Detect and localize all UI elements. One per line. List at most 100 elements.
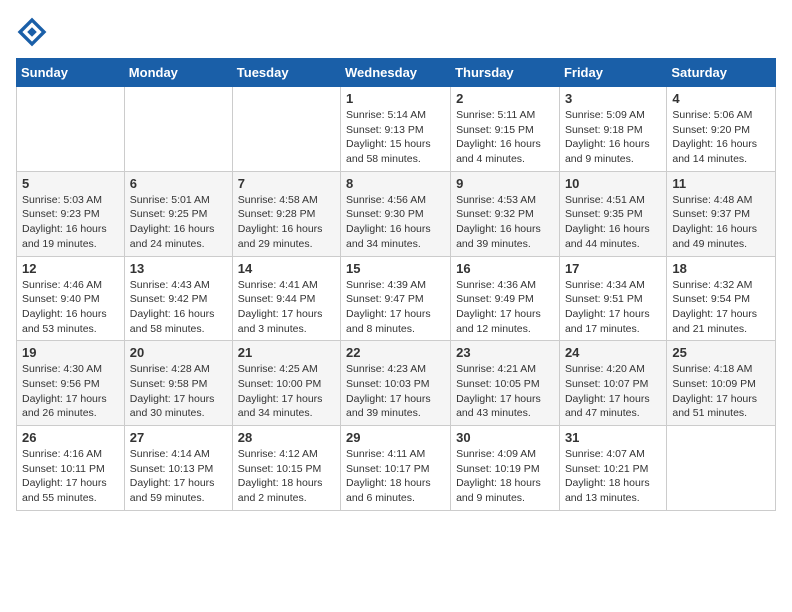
day-info: Sunrise: 4:25 AM Sunset: 10:00 PM Daylig… <box>238 362 335 421</box>
calendar-cell: 12 Sunrise: 4:46 AM Sunset: 9:40 PM Dayli… <box>17 256 125 341</box>
day-number: 15 <box>346 261 445 276</box>
day-info: Sunrise: 4:20 AM Sunset: 10:07 PM Daylig… <box>565 362 661 421</box>
calendar-cell: 24 Sunrise: 4:20 AM Sunset: 10:07 PM Dayl… <box>559 341 666 426</box>
day-info: Sunrise: 4:07 AM Sunset: 10:21 PM Daylig… <box>565 447 661 506</box>
day-info: Sunrise: 4:11 AM Sunset: 10:17 PM Daylig… <box>346 447 445 506</box>
day-number: 7 <box>238 176 335 191</box>
day-number: 22 <box>346 345 445 360</box>
calendar-cell: 21 Sunrise: 4:25 AM Sunset: 10:00 PM Dayl… <box>232 341 340 426</box>
day-number: 9 <box>456 176 554 191</box>
day-number: 20 <box>130 345 227 360</box>
day-number: 28 <box>238 430 335 445</box>
day-number: 16 <box>456 261 554 276</box>
calendar-cell: 1 Sunrise: 5:14 AM Sunset: 9:13 PM Daylig… <box>341 87 451 172</box>
day-info: Sunrise: 4:53 AM Sunset: 9:32 PM Dayligh… <box>456 193 554 252</box>
calendar-cell: 10 Sunrise: 4:51 AM Sunset: 9:35 PM Dayli… <box>559 171 666 256</box>
day-info: Sunrise: 4:21 AM Sunset: 10:05 PM Daylig… <box>456 362 554 421</box>
day-info: Sunrise: 4:16 AM Sunset: 10:11 PM Daylig… <box>22 447 119 506</box>
calendar-cell: 16 Sunrise: 4:36 AM Sunset: 9:49 PM Dayli… <box>451 256 560 341</box>
calendar-cell: 3 Sunrise: 5:09 AM Sunset: 9:18 PM Daylig… <box>559 87 666 172</box>
day-info: Sunrise: 4:56 AM Sunset: 9:30 PM Dayligh… <box>346 193 445 252</box>
logo-icon <box>16 16 48 48</box>
day-info: Sunrise: 4:46 AM Sunset: 9:40 PM Dayligh… <box>22 278 119 337</box>
day-number: 14 <box>238 261 335 276</box>
calendar-cell: 19Sunrise: 4:30 AM Sunset: 9:56 PM Dayli… <box>17 341 125 426</box>
day-number: 1 <box>346 91 445 106</box>
day-info: Sunrise: 5:09 AM Sunset: 9:18 PM Dayligh… <box>565 108 661 167</box>
calendar-cell: 20 Sunrise: 4:28 AM Sunset: 9:58 PM Dayli… <box>124 341 232 426</box>
day-info: Sunrise: 4:18 AM Sunset: 10:09 PM Daylig… <box>672 362 770 421</box>
day-info: Sunrise: 4:23 AM Sunset: 10:03 PM Daylig… <box>346 362 445 421</box>
day-number: 13 <box>130 261 227 276</box>
day-info: Sunrise: 4:39 AM Sunset: 9:47 PM Dayligh… <box>346 278 445 337</box>
calendar-cell: 11Sunrise: 4:48 AM Sunset: 9:37 PM Dayli… <box>667 171 776 256</box>
day-number: 17 <box>565 261 661 276</box>
day-info: Sunrise: 5:11 AM Sunset: 9:15 PM Dayligh… <box>456 108 554 167</box>
day-info: Sunrise: 4:28 AM Sunset: 9:58 PM Dayligh… <box>130 362 227 421</box>
day-number: 18 <box>672 261 770 276</box>
calendar-week-row: 12 Sunrise: 4:46 AM Sunset: 9:40 PM Dayli… <box>17 256 776 341</box>
day-number: 21 <box>238 345 335 360</box>
calendar-cell: 27Sunrise: 4:14 AM Sunset: 10:13 PM Dayl… <box>124 426 232 511</box>
day-info: Sunrise: 4:14 AM Sunset: 10:13 PM Daylig… <box>130 447 227 506</box>
day-number: 8 <box>346 176 445 191</box>
day-number: 11 <box>672 176 770 191</box>
calendar-cell: 25 Sunrise: 4:18 AM Sunset: 10:09 PM Dayl… <box>667 341 776 426</box>
day-number: 24 <box>565 345 661 360</box>
day-info: Sunrise: 4:36 AM Sunset: 9:49 PM Dayligh… <box>456 278 554 337</box>
calendar-week-row: 1 Sunrise: 5:14 AM Sunset: 9:13 PM Daylig… <box>17 87 776 172</box>
page-header <box>16 16 776 48</box>
day-number: 10 <box>565 176 661 191</box>
calendar-cell <box>232 87 340 172</box>
calendar-cell: 8 Sunrise: 4:56 AM Sunset: 9:30 PM Daylig… <box>341 171 451 256</box>
weekday-header: Saturday <box>667 59 776 87</box>
calendar-cell: 23 Sunrise: 4:21 AM Sunset: 10:05 PM Dayl… <box>451 341 560 426</box>
calendar-cell: 9 Sunrise: 4:53 AM Sunset: 9:32 PM Daylig… <box>451 171 560 256</box>
calendar-cell: 4 Sunrise: 5:06 AM Sunset: 9:20 PM Daylig… <box>667 87 776 172</box>
weekday-header: Tuesday <box>232 59 340 87</box>
day-number: 23 <box>456 345 554 360</box>
day-number: 31 <box>565 430 661 445</box>
day-number: 6 <box>130 176 227 191</box>
day-info: Sunrise: 4:12 AM Sunset: 10:15 PM Daylig… <box>238 447 335 506</box>
calendar-cell: 17 Sunrise: 4:34 AM Sunset: 9:51 PM Dayli… <box>559 256 666 341</box>
day-number: 26 <box>22 430 119 445</box>
calendar-week-row: 19Sunrise: 4:30 AM Sunset: 9:56 PM Dayli… <box>17 341 776 426</box>
day-number: 4 <box>672 91 770 106</box>
calendar-cell: 30Sunrise: 4:09 AM Sunset: 10:19 PM Dayl… <box>451 426 560 511</box>
calendar-cell <box>667 426 776 511</box>
calendar-cell <box>124 87 232 172</box>
calendar-cell <box>17 87 125 172</box>
day-info: Sunrise: 4:32 AM Sunset: 9:54 PM Dayligh… <box>672 278 770 337</box>
calendar-cell: 22 Sunrise: 4:23 AM Sunset: 10:03 PM Dayl… <box>341 341 451 426</box>
day-number: 25 <box>672 345 770 360</box>
calendar-cell: 26 Sunrise: 4:16 AM Sunset: 10:11 PM Dayl… <box>17 426 125 511</box>
calendar-cell: 18 Sunrise: 4:32 AM Sunset: 9:54 PM Dayli… <box>667 256 776 341</box>
calendar-week-row: 26 Sunrise: 4:16 AM Sunset: 10:11 PM Dayl… <box>17 426 776 511</box>
calendar-cell: 29Sunrise: 4:11 AM Sunset: 10:17 PM Dayl… <box>341 426 451 511</box>
day-info: Sunrise: 5:03 AM Sunset: 9:23 PM Dayligh… <box>22 193 119 252</box>
calendar-cell: 31 Sunrise: 4:07 AM Sunset: 10:21 PM Dayl… <box>559 426 666 511</box>
weekday-header: Friday <box>559 59 666 87</box>
logo <box>16 16 52 48</box>
calendar-table: SundayMondayTuesdayWednesdayThursdayFrid… <box>16 58 776 511</box>
calendar-cell: 5 Sunrise: 5:03 AM Sunset: 9:23 PM Daylig… <box>17 171 125 256</box>
calendar-cell: 7 Sunrise: 4:58 AM Sunset: 9:28 PM Daylig… <box>232 171 340 256</box>
day-number: 12 <box>22 261 119 276</box>
weekday-header: Wednesday <box>341 59 451 87</box>
day-info: Sunrise: 4:58 AM Sunset: 9:28 PM Dayligh… <box>238 193 335 252</box>
weekday-header: Monday <box>124 59 232 87</box>
day-info: Sunrise: 5:14 AM Sunset: 9:13 PM Dayligh… <box>346 108 445 167</box>
day-info: Sunrise: 4:51 AM Sunset: 9:35 PM Dayligh… <box>565 193 661 252</box>
calendar-cell: 14 Sunrise: 4:41 AM Sunset: 9:44 PM Dayli… <box>232 256 340 341</box>
day-number: 5 <box>22 176 119 191</box>
day-info: Sunrise: 4:09 AM Sunset: 10:19 PM Daylig… <box>456 447 554 506</box>
calendar-cell: 28 Sunrise: 4:12 AM Sunset: 10:15 PM Dayl… <box>232 426 340 511</box>
day-info: Sunrise: 5:01 AM Sunset: 9:25 PM Dayligh… <box>130 193 227 252</box>
day-number: 3 <box>565 91 661 106</box>
day-info: Sunrise: 4:34 AM Sunset: 9:51 PM Dayligh… <box>565 278 661 337</box>
day-info: Sunrise: 4:41 AM Sunset: 9:44 PM Dayligh… <box>238 278 335 337</box>
calendar-cell: 2Sunrise: 5:11 AM Sunset: 9:15 PM Daylig… <box>451 87 560 172</box>
calendar-week-row: 5 Sunrise: 5:03 AM Sunset: 9:23 PM Daylig… <box>17 171 776 256</box>
day-info: Sunrise: 5:06 AM Sunset: 9:20 PM Dayligh… <box>672 108 770 167</box>
